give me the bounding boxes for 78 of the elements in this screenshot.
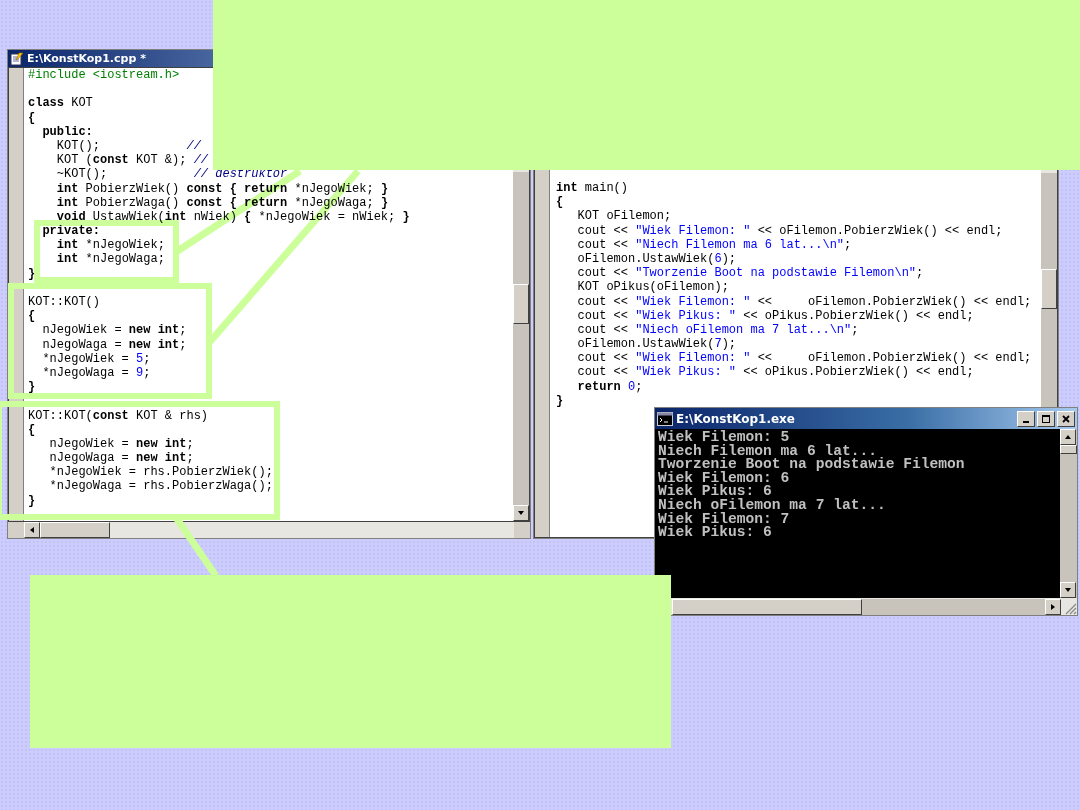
scroll-thumb[interactable] [513, 284, 529, 324]
scroll-up-button[interactable] [1060, 429, 1076, 445]
console-line: Niech oFilemon ma 7 lat... [658, 498, 887, 513]
code-line: #include <iostream.h> [28, 68, 180, 83]
code-line: KOT::KOT(const KOT & rhs) [28, 408, 209, 423]
vertical-scrollbar[interactable] [1041, 173, 1057, 407]
code-line: cout << "Wiek Pikus: " << oPikus.PobierzWiek() << endl; [576, 308, 974, 323]
console-line: Wiek Pikus: 6 [658, 485, 772, 499]
scroll-down-button[interactable] [513, 505, 529, 521]
code-line: nJegoWaga = new int; [41, 337, 187, 352]
vertical-scrollbar[interactable] [513, 172, 529, 521]
up-arrow-icon [1064, 433, 1072, 441]
scroll-left-button[interactable] [24, 522, 40, 538]
code-line: } [28, 380, 36, 395]
console-line: Wiek Filemon: 5 [658, 431, 791, 445]
code-line: KOT oPikus(oFilemon); [576, 280, 729, 295]
code-line: *nJegoWiek = rhs.PobierzWiek(); [48, 465, 273, 480]
code-line: *nJegoWaga = rhs.PobierzWaga(); [48, 479, 273, 494]
scroll-thumb[interactable] [1041, 269, 1057, 309]
code-line: cout << "Niech oFilemon ma 7 lat...\n"; [576, 322, 859, 338]
window-title: E:\KonstKop1.cpp * [27, 52, 146, 65]
console-icon [657, 411, 673, 426]
window-title: E:\KonstKop1.exe [676, 411, 796, 426]
code-line: } [28, 493, 36, 508]
vertical-scrollbar[interactable] [1060, 429, 1077, 598]
code-line: nJegoWaga = new int; [48, 451, 194, 466]
code-line: { [28, 422, 36, 437]
document-icon [10, 51, 24, 66]
code-line: *nJegoWaga = 9; [41, 365, 151, 381]
scroll-down-button[interactable] [1060, 582, 1076, 598]
scroll-thumb[interactable] [672, 598, 862, 615]
code-line: nJegoWiek = new int; [41, 323, 187, 338]
maximize-button[interactable] [1037, 410, 1055, 427]
close-button[interactable] [1057, 410, 1075, 427]
scroll-thumb[interactable] [40, 522, 110, 538]
horizontal-scrollbar[interactable] [24, 522, 514, 538]
scroll-thumb[interactable] [1060, 445, 1077, 454]
down-arrow-icon [517, 509, 525, 517]
code-line: oFilemon.UstawWiek(6); [576, 251, 737, 267]
code-line: int main() [556, 181, 629, 196]
code-line: *nJegoWiek = 5; [41, 351, 151, 366]
code-line: KOT::KOT() [28, 295, 100, 310]
code-line: public: [41, 124, 93, 139]
close-icon [1060, 412, 1072, 425]
code-line: { [556, 195, 564, 210]
code-line: KOT(); // [55, 138, 201, 154]
code-line: cout << "Wiek Filemon: " << oFilemon.PobierzWiek() << endl; [576, 351, 1032, 366]
console-line: Wiek Pikus: 6 [658, 526, 773, 540]
code-line: int *nJegoWiek; [55, 238, 165, 253]
code-line: int PobierzWaga() const { return *nJegoWaga; } [55, 195, 389, 210]
code-line: private: [41, 224, 100, 239]
code-line: { [28, 309, 36, 324]
code-line: ~KOT(); // destruktor [55, 167, 288, 182]
right-arrow-icon [1049, 602, 1057, 611]
minimize-icon [1023, 420, 1029, 423]
code-line: class KOT [28, 96, 93, 111]
code-line: oFilemon.UstawWiek(7); [576, 337, 737, 352]
code-line: void UstawWiek(int nWiek) { *nJegoWiek = nWiek; } [55, 209, 410, 225]
code-line: cout << "Wiek Filemon: " << oFilemon.PobierzWiek() << endl; [576, 223, 1003, 238]
minimize-button[interactable] [1017, 410, 1035, 427]
code-line: cout << "Niech Filemon ma 6 lat...\n"; [576, 237, 852, 252]
code-line: KOT oFilemon; [576, 209, 672, 224]
code-line: cout << "Tworzenie Boot na podstawie Filemon\n"; [576, 266, 924, 281]
code-line: cout << "Wiek Filemon: " << oFilemon.PobierzWiek() << endl; [576, 294, 1032, 309]
horizontal-scrollbar[interactable] [672, 598, 1061, 615]
left-arrow-icon [28, 526, 36, 534]
scroll-right-button[interactable] [1045, 598, 1061, 615]
code-line: return 0; [576, 379, 643, 394]
code-line: int *nJegoWaga; [55, 252, 165, 267]
code-line: } [28, 266, 36, 281]
code-line: } [556, 393, 564, 408]
down-arrow-icon [1064, 586, 1072, 594]
code-line: { [28, 110, 36, 125]
code-line: cout << "Wiek Pikus: " << oPikus.PobierzWiek() << endl; [576, 365, 974, 380]
code-line: int PobierzWiek() const { return *nJegoWiek; } [55, 181, 389, 196]
code-line: nJegoWiek = new int; [48, 436, 194, 452]
console-line: Tworzenie Boot na podstawie Filemon [658, 458, 966, 472]
code-line: KOT (const KOT &); // [55, 153, 209, 168]
